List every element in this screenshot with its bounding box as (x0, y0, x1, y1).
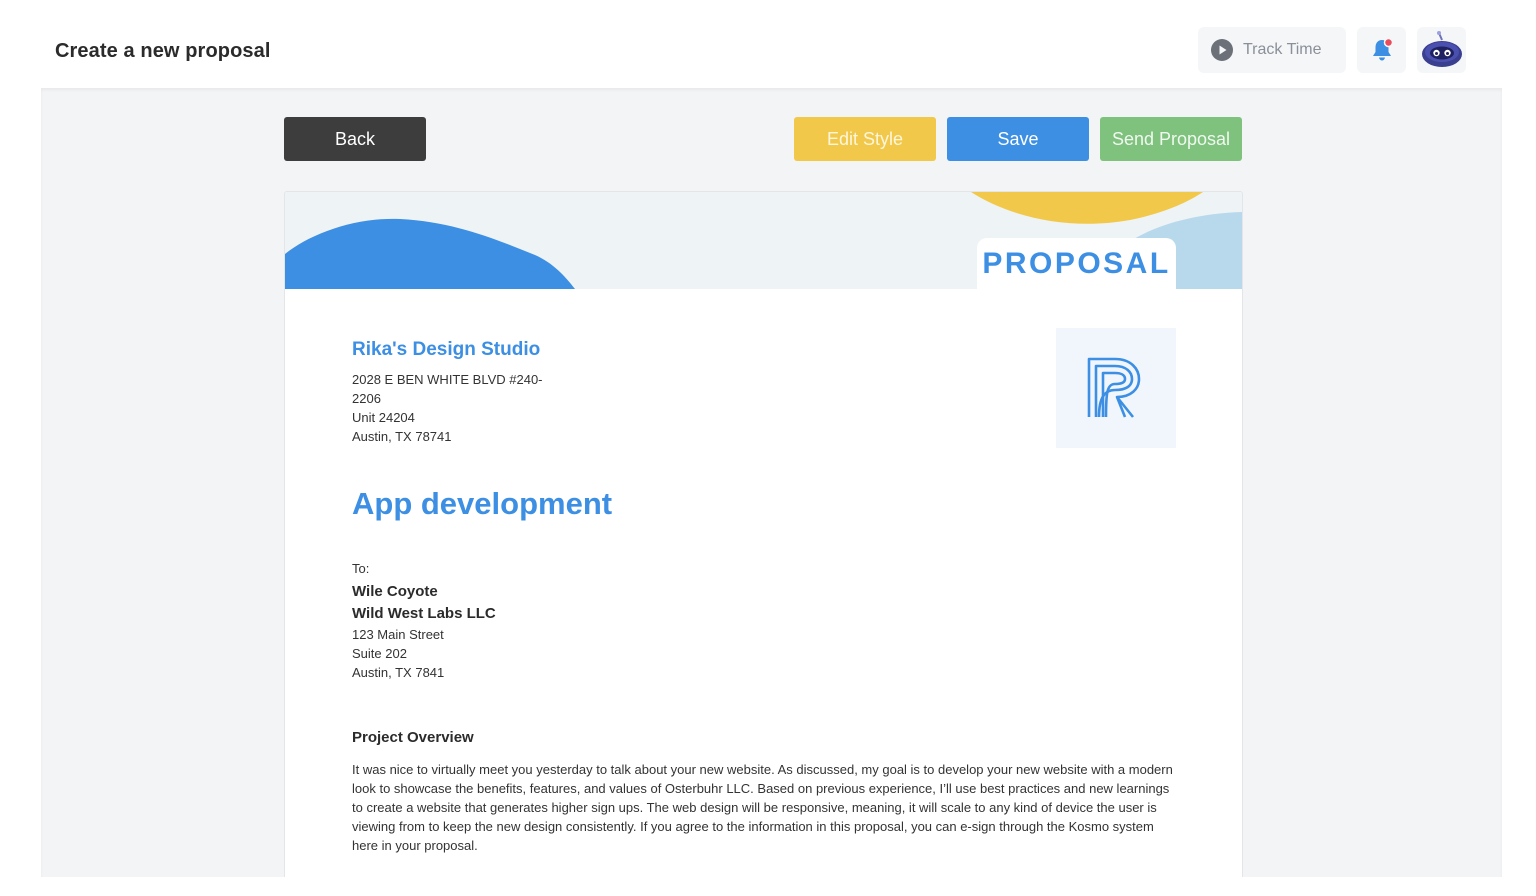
client-company: Wild West Labs LLC (352, 605, 496, 622)
studio-address-line: Austin, TX 78741 (352, 429, 452, 444)
top-bar: Create a new proposal Track Time (0, 0, 1536, 88)
proposal-label: PROPOSAL (982, 247, 1171, 280)
client-address-line: Austin, TX 7841 (352, 665, 445, 680)
to-label: To: (352, 561, 370, 576)
r-logo-icon (1087, 357, 1141, 418)
studio-address-line: 2206 (352, 391, 381, 406)
client-address-line: 123 Main Street (352, 627, 444, 642)
studio-address-line: 2028 E BEN WHITE BLVD #240- (352, 372, 543, 387)
studio-name: Rika's Design Studio (352, 339, 541, 360)
bell-icon (1372, 37, 1393, 61)
proposal-document: PROPOSAL Rika's Design Studio 2028 E BEN… (284, 191, 1243, 877)
robot-avatar-icon (1421, 31, 1462, 67)
send-proposal-button[interactable]: Send Proposal (1100, 117, 1242, 161)
client-name: Wile Coyote (352, 583, 438, 600)
edit-style-button[interactable]: Edit Style (794, 117, 936, 161)
user-avatar-button[interactable] (1417, 27, 1466, 73)
project-overview-text: It was nice to virtually meet you yester… (352, 762, 1173, 853)
studio-logo (1056, 328, 1176, 448)
proposal-tab: PROPOSAL (977, 238, 1176, 289)
client-address-line: Suite 202 (352, 646, 407, 661)
track-time-label: Track Time (1243, 41, 1322, 58)
studio-address-line: Unit 24204 (352, 410, 415, 425)
save-button[interactable]: Save (947, 117, 1089, 161)
notifications-button[interactable] (1357, 27, 1406, 73)
track-time-button[interactable]: Track Time (1198, 27, 1346, 73)
play-icon (1211, 39, 1233, 61)
proposal-title: App development (352, 486, 613, 521)
main-content: Back Edit Style Save Send Proposal PROPO… (41, 88, 1502, 877)
project-overview-heading: Project Overview (352, 729, 474, 746)
proposal-banner: PROPOSAL (285, 192, 1242, 289)
page-title: Create a new proposal (55, 40, 271, 62)
back-button[interactable]: Back (284, 117, 426, 161)
